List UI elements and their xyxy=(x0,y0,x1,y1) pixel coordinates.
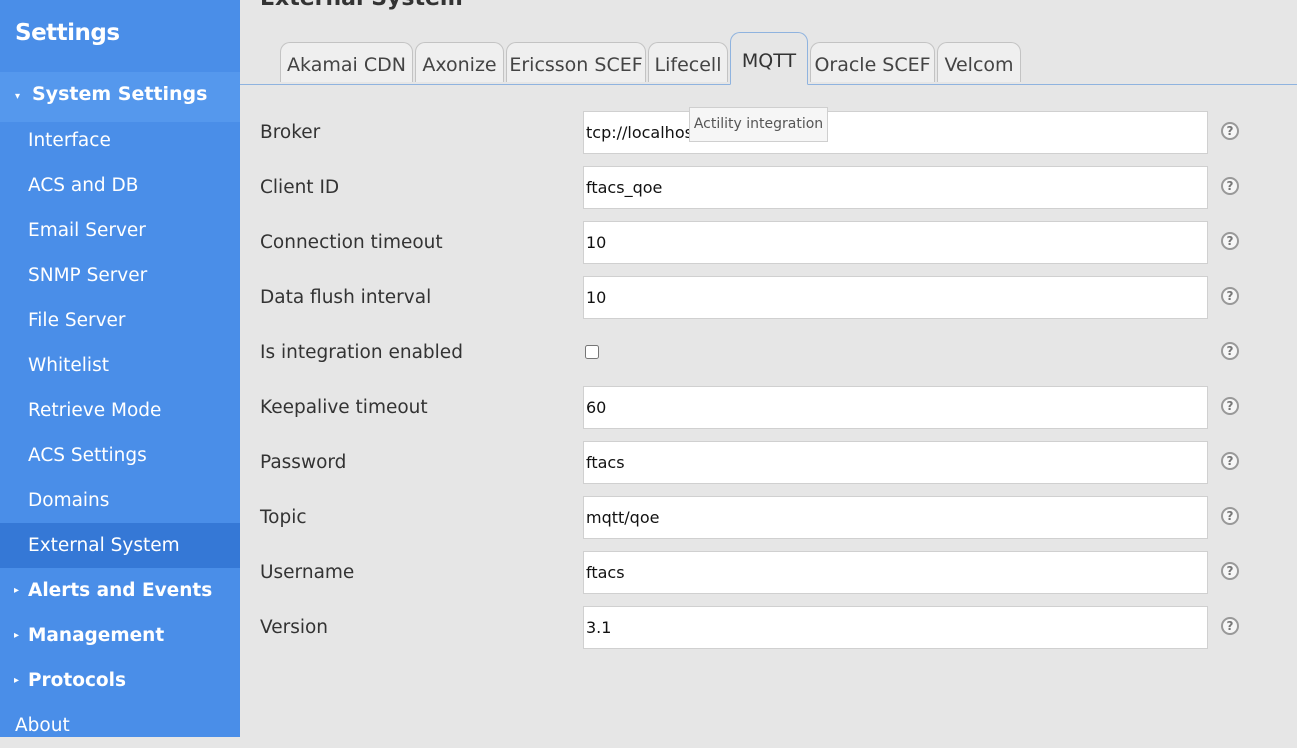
help-icon[interactable]: ? xyxy=(1221,507,1239,525)
data-flush-interval-input[interactable] xyxy=(583,276,1208,319)
field-label-password: Password xyxy=(260,452,347,473)
username-input[interactable] xyxy=(583,551,1208,594)
help-icon[interactable]: ? xyxy=(1221,342,1239,360)
tab-mqtt[interactable]: MQTT xyxy=(730,32,808,85)
tab-velcom[interactable]: Velcom xyxy=(937,42,1021,82)
field-label-client-id: Client ID xyxy=(260,177,340,198)
sidebar-item-interface[interactable]: Interface xyxy=(0,118,240,163)
help-icon[interactable]: ? xyxy=(1221,397,1239,415)
sidebar-section-label: Management xyxy=(28,625,165,646)
sidebar-section-alerts-and-events[interactable]: ▸ Alerts and Events xyxy=(0,568,240,613)
sidebar: Settings ▾ System Settings Interface ACS… xyxy=(0,0,240,737)
tab-oracle-scef[interactable]: Oracle SCEF xyxy=(810,42,935,82)
caret-right-icon: ▸ xyxy=(14,585,20,596)
help-icon[interactable]: ? xyxy=(1221,122,1239,140)
sidebar-item-acs-and-db[interactable]: ACS and DB xyxy=(0,163,240,208)
sidebar-item-retrieve-mode[interactable]: Retrieve Mode xyxy=(0,388,240,433)
field-label-connection-timeout: Connection timeout xyxy=(260,232,443,253)
tab-axonize[interactable]: Axonize xyxy=(415,42,504,82)
sidebar-item-about[interactable]: About xyxy=(0,703,240,748)
sidebar-item-external-system[interactable]: External System xyxy=(0,523,240,568)
tab-tooltip: Actility integration xyxy=(689,107,828,142)
tab-akamai-cdn[interactable]: Akamai CDN xyxy=(280,42,413,82)
caret-right-icon: ▸ xyxy=(14,675,20,686)
sidebar-title: Settings xyxy=(15,20,120,46)
sidebar-section-label: Protocols xyxy=(28,670,126,691)
sidebar-section-management[interactable]: ▸ Management xyxy=(0,613,240,658)
version-input[interactable] xyxy=(583,606,1208,649)
sidebar-item-file-server[interactable]: File Server xyxy=(0,298,240,343)
caret-down-icon: ▾ xyxy=(15,91,21,102)
integration-enabled-checkbox[interactable] xyxy=(585,345,599,359)
field-label-username: Username xyxy=(260,562,355,583)
page-title: External System xyxy=(260,0,463,11)
help-icon[interactable]: ? xyxy=(1221,452,1239,470)
keepalive-timeout-input[interactable] xyxy=(583,386,1208,429)
connection-timeout-input[interactable] xyxy=(583,221,1208,264)
sidebar-item-acs-settings[interactable]: ACS Settings xyxy=(0,433,240,478)
help-icon[interactable]: ? xyxy=(1221,562,1239,580)
help-icon[interactable]: ? xyxy=(1221,232,1239,250)
help-icon[interactable]: ? xyxy=(1221,177,1239,195)
sidebar-item-snmp-server[interactable]: SNMP Server xyxy=(0,253,240,298)
client-id-input[interactable] xyxy=(583,166,1208,209)
tab-bar: Akamai CDN Axonize Ericsson SCEF Lifecel… xyxy=(240,32,1297,85)
field-label-is-integration-enabled: Is integration enabled xyxy=(260,342,463,363)
broker-input[interactable] xyxy=(583,111,1208,154)
sidebar-item-email-server[interactable]: Email Server xyxy=(0,208,240,253)
password-input[interactable] xyxy=(583,441,1208,484)
sidebar-item-domains[interactable]: Domains xyxy=(0,478,240,523)
sidebar-section-system-settings[interactable]: ▾ System Settings xyxy=(0,72,240,122)
sidebar-section-label: Alerts and Events xyxy=(28,580,213,601)
field-label-version: Version xyxy=(260,617,329,638)
caret-right-icon: ▸ xyxy=(14,630,20,641)
tab-ericsson-scef[interactable]: Ericsson SCEF xyxy=(506,42,646,82)
tab-lifecell[interactable]: Lifecell xyxy=(648,42,728,82)
help-icon[interactable]: ? xyxy=(1221,287,1239,305)
sidebar-section-label: System Settings xyxy=(32,83,208,105)
sidebar-section-protocols[interactable]: ▸ Protocols xyxy=(0,658,240,703)
topic-input[interactable] xyxy=(583,496,1208,539)
field-label-data-flush-interval: Data flush interval xyxy=(260,287,432,308)
sidebar-item-whitelist[interactable]: Whitelist xyxy=(0,343,240,388)
field-label-keepalive-timeout: Keepalive timeout xyxy=(260,397,428,418)
help-icon[interactable]: ? xyxy=(1221,617,1239,635)
field-label-broker: Broker xyxy=(260,122,321,143)
field-label-topic: Topic xyxy=(260,507,307,528)
